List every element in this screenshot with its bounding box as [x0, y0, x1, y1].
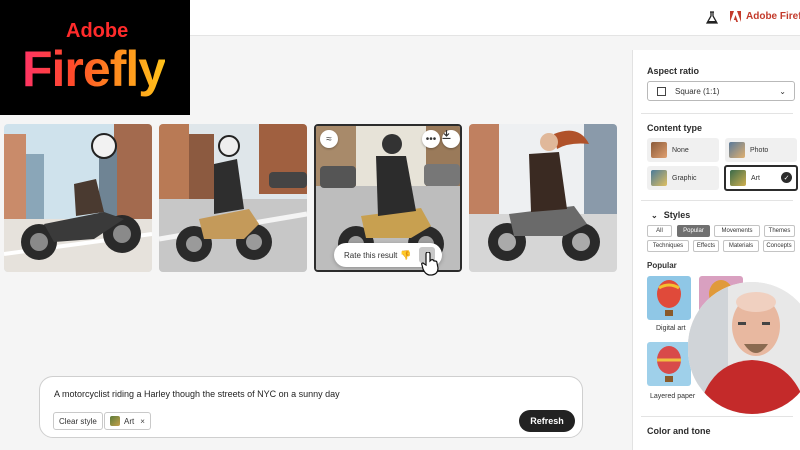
clear-style-button[interactable]: Clear style: [53, 412, 103, 430]
divider: [641, 113, 793, 114]
content-type-art[interactable]: Art ✓: [724, 165, 798, 191]
more-icon[interactable]: •••: [422, 130, 440, 148]
style-tab-movements[interactable]: Movements: [714, 225, 760, 237]
check-icon: ✓: [781, 172, 792, 183]
styles-section-toggle[interactable]: ⌄ Styles: [651, 210, 690, 220]
result-image-2[interactable]: [159, 124, 307, 272]
motorcycle-image: [4, 124, 152, 272]
person-image: [688, 282, 800, 414]
balloon-image: [647, 276, 691, 320]
color-and-tone-title: Color and tone: [647, 426, 711, 436]
hand-cursor-icon: [421, 252, 439, 276]
webcam-overlay: [688, 282, 800, 414]
motorcycle-image: [159, 124, 307, 272]
style-tab-effects[interactable]: Effects: [693, 240, 719, 252]
content-type-graphic[interactable]: Graphic: [647, 166, 719, 190]
chevron-down-icon: ⌄: [651, 210, 658, 220]
style-chip-label: Art: [124, 416, 135, 426]
remove-chip-icon[interactable]: ×: [140, 417, 145, 426]
style-label-layered-paper: Layered paper: [650, 393, 696, 400]
style-thumb-layered-paper[interactable]: [647, 342, 691, 386]
photo-thumb-icon: [729, 142, 745, 158]
thumbs-down-icon[interactable]: 👎: [400, 250, 411, 261]
result-image-1[interactable]: [4, 124, 152, 272]
motorcycle-image: [469, 124, 617, 272]
rate-label: Rate this result: [344, 250, 398, 260]
aspect-ratio-title: Aspect ratio: [647, 66, 700, 76]
art-thumb-icon: [110, 416, 120, 426]
style-label-digital-art: Digital art: [656, 325, 686, 332]
style-thumb-digital-art[interactable]: [647, 276, 691, 320]
style-match-icon[interactable]: ≈: [320, 130, 338, 148]
divider: [641, 200, 793, 201]
none-thumb-icon: [651, 142, 667, 158]
flask-icon[interactable]: [706, 11, 718, 25]
divider: [641, 416, 793, 417]
style-tab-materials[interactable]: Materials: [723, 240, 759, 252]
prompt-input[interactable]: A motorcyclist riding a Harley though th…: [54, 389, 340, 399]
style-tab-themes[interactable]: Themes: [764, 225, 795, 237]
content-type-label: Graphic: [672, 174, 697, 182]
style-chip-art[interactable]: Art ×: [104, 412, 151, 430]
brand-link[interactable]: Adobe Firefly (: [730, 11, 800, 22]
refresh-button[interactable]: Refresh: [519, 410, 575, 432]
aspect-ratio-select[interactable]: Square (1:1) ⌄: [647, 81, 795, 101]
content-type-none[interactable]: None: [647, 138, 719, 162]
aspect-ratio-value: Square (1:1): [675, 86, 720, 96]
content-type-label: None: [672, 146, 689, 154]
content-type-label: Art: [751, 174, 760, 182]
style-tab-techniques[interactable]: Techniques: [647, 240, 689, 252]
logo-firefly-text: Firefly: [22, 41, 166, 97]
styles-title: Styles: [663, 210, 691, 220]
square-icon: [657, 86, 666, 96]
download-icon[interactable]: [442, 130, 460, 148]
style-tab-concepts[interactable]: Concepts: [763, 240, 795, 252]
result-image-4[interactable]: [469, 124, 617, 272]
content-type-title: Content type: [647, 123, 702, 133]
clear-style-label: Clear style: [59, 416, 97, 426]
content-type-photo[interactable]: Photo: [725, 138, 797, 162]
style-tab-all[interactable]: All: [647, 225, 672, 237]
firefly-logo: Adobe Firefly: [0, 0, 190, 115]
balloon-image: [647, 342, 691, 386]
style-tab-popular[interactable]: Popular: [677, 225, 710, 237]
brand-name: Adobe Firefly (: [746, 11, 800, 22]
chevron-down-icon: ⌄: [779, 87, 786, 96]
graphic-thumb-icon: [651, 170, 667, 186]
prompt-bar: A motorcyclist riding a Harley though th…: [39, 376, 583, 438]
art-thumb-icon: [730, 170, 746, 186]
popular-title: Popular: [647, 261, 677, 270]
content-type-label: Photo: [750, 146, 769, 154]
adobe-logo-icon: [730, 11, 741, 22]
